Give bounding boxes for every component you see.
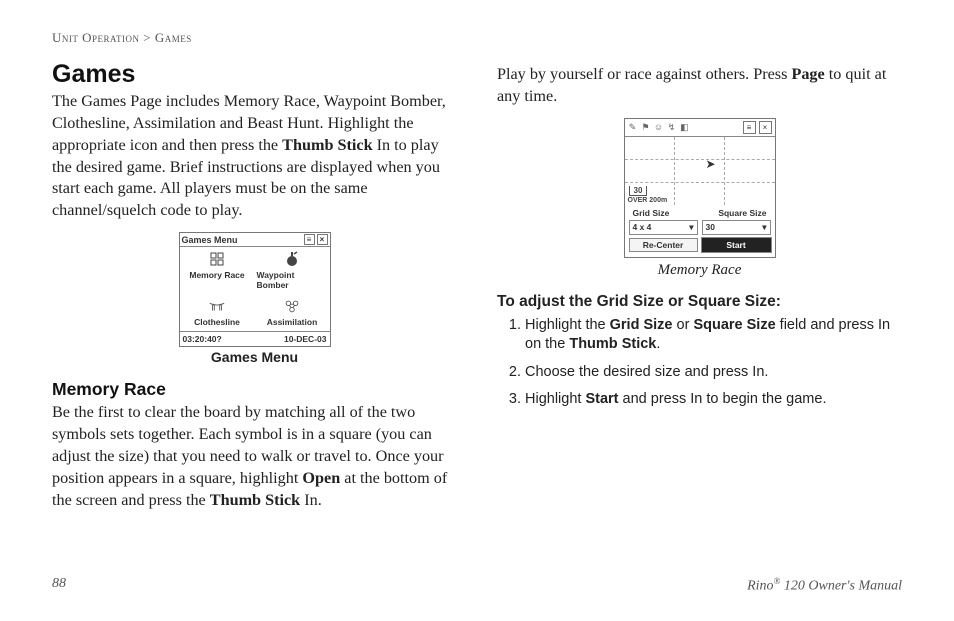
games-menu-titlebar: Games Menu ≡ × xyxy=(180,233,330,247)
adjust-heading: To adjust the Grid Size or Square Size: xyxy=(497,293,902,311)
manual-title: Rino® 120 Owner's Manual xyxy=(747,576,902,595)
step-2: Choose the desired size and press In. xyxy=(525,363,902,383)
breadcrumb-sep: > xyxy=(143,30,151,45)
dropdown-icon: ▾ xyxy=(762,222,766,233)
memory-map: ➤ 30 OVER 200m xyxy=(625,137,775,206)
game-waypoint-bomber: Waypoint Bomber xyxy=(255,247,330,294)
scale-value: 30 xyxy=(629,186,648,195)
left-column: Games The Games Page includes Memory Rac… xyxy=(52,60,457,521)
adjust-steps: Highlight the Grid Size or Square Size f… xyxy=(497,316,902,410)
memory-controls: Grid Size Square Size 4 x 4▾ 30▾ xyxy=(625,206,775,257)
game-label: Clothesline xyxy=(194,317,240,327)
game-label: Memory Race xyxy=(189,270,244,280)
breadcrumb-page: Games xyxy=(155,30,192,45)
right-column: Play by yourself or race against others.… xyxy=(497,60,902,521)
right-intro: Play by yourself or race against others.… xyxy=(497,64,902,108)
memory-race-caption: Memory Race xyxy=(497,262,902,279)
start-button[interactable]: Start xyxy=(702,238,771,252)
game-clothesline: Clothesline xyxy=(180,294,255,331)
game-label: Waypoint Bomber xyxy=(257,270,328,290)
memory-race-para: Be the first to clear the board by match… xyxy=(52,402,457,511)
dropdown-icon: ▾ xyxy=(689,222,693,233)
memory-race-screen: ✎ ⚑ ☺ ↯ ◧ ≡ × ➤ xyxy=(624,118,776,258)
status-time: 03:20:40? xyxy=(183,334,222,344)
page-number: 88 xyxy=(52,576,66,595)
grid-size-field[interactable]: 4 x 4▾ xyxy=(629,220,698,235)
clothesline-icon xyxy=(208,297,226,315)
route-icon: ↯ xyxy=(667,122,677,132)
waypoint-bomber-icon xyxy=(283,250,301,268)
square-size-label: Square Size xyxy=(718,208,766,218)
games-menu-screen: Games Menu ≡ × Memory Race xyxy=(179,232,331,347)
cursor-icon: ➤ xyxy=(706,157,716,171)
breadcrumb-section: Unit Operation xyxy=(52,30,140,45)
games-menu-title: Games Menu xyxy=(182,235,302,245)
memory-race-figure: ✎ ⚑ ☺ ↯ ◧ ≡ × ➤ xyxy=(497,118,902,279)
menu-icon: ≡ xyxy=(304,234,315,245)
step-1: Highlight the Grid Size or Square Size f… xyxy=(525,316,902,355)
page-footer: 88 Rino® 120 Owner's Manual xyxy=(52,576,902,595)
memory-iconrow: ✎ ⚑ ☺ ↯ ◧ ≡ × xyxy=(625,119,775,137)
game-label: Assimilation xyxy=(267,317,318,327)
person-icon: ☺ xyxy=(654,122,664,132)
square-size-field[interactable]: 30▾ xyxy=(702,220,771,235)
mark-icon: ◧ xyxy=(680,122,690,132)
close-icon: × xyxy=(759,121,772,134)
grid-size-label: Grid Size xyxy=(633,208,670,218)
memory-race-heading: Memory Race xyxy=(52,379,457,400)
step-3: Highlight Start and press In to begin th… xyxy=(525,390,902,410)
recenter-button[interactable]: Re-Center xyxy=(629,238,698,252)
games-menu-figure: Games Menu ≡ × Memory Race xyxy=(52,232,457,365)
flag-icon: ⚑ xyxy=(641,122,651,132)
games-heading: Games xyxy=(52,60,457,89)
breadcrumb: Unit Operation > Games xyxy=(52,30,902,46)
overshoot-label: OVER 200m xyxy=(628,197,668,204)
games-menu-statusbar: 03:20:40? 10-DEC-03 xyxy=(180,331,330,346)
game-assimilation: Assimilation xyxy=(255,294,330,331)
tool-icon: ✎ xyxy=(628,122,638,132)
game-memory-race: Memory Race xyxy=(180,247,255,294)
menu-icon: ≡ xyxy=(743,121,756,134)
assimilation-icon xyxy=(283,297,301,315)
games-intro: The Games Page includes Memory Race, Way… xyxy=(52,91,457,222)
memory-race-icon xyxy=(208,250,226,268)
close-icon: × xyxy=(317,234,328,245)
games-menu-caption: Games Menu xyxy=(52,349,457,365)
status-date: 10-DEC-03 xyxy=(284,334,327,344)
